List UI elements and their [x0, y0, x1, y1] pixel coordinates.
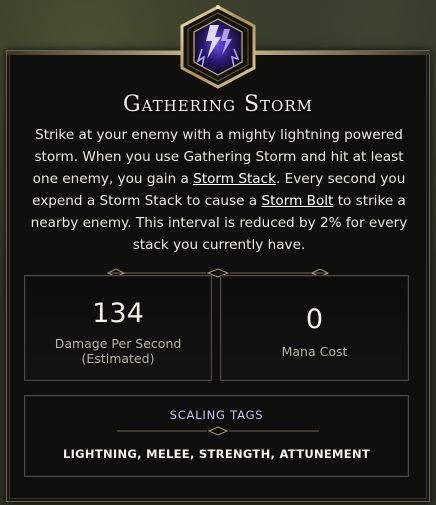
scaling-tags-list: LIGHTNING, MELEE, STRENGTH, ATTUNEMENT — [62, 447, 371, 461]
scaling-tags-title: SCALING TAGS — [169, 408, 264, 422]
ability-description: Strike at your enemy with a mighty light… — [22, 124, 416, 256]
scaling-tags-box: SCALING TAGS LIGHTNING, MELEE, STRENGTH,… — [24, 395, 409, 477]
storm-bolt-link[interactable]: Storm Bolt — [261, 193, 333, 209]
damage-stat-box: 134 Damage Per Second (Estimated) — [24, 275, 212, 381]
damage-label-estimated: (Estimated) — [81, 351, 155, 366]
ability-icon-frame — [176, 5, 260, 89]
damage-value: 134 — [92, 298, 144, 329]
ability-title: Gathering Storm — [123, 92, 313, 117]
mana-label: Mana Cost — [281, 344, 348, 359]
storm-stack-link[interactable]: Storm Stack — [193, 171, 276, 187]
mana-stat-box: 0 Mana Cost — [220, 275, 409, 381]
lightning-fist-icon — [180, 5, 256, 89]
tags-ornament — [117, 426, 319, 436]
mana-value: 0 — [305, 304, 324, 335]
ability-tooltip: Gathering Storm Strike at your enemy wit… — [0, 0, 436, 505]
damage-label: Damage Per Second — [54, 336, 182, 351]
